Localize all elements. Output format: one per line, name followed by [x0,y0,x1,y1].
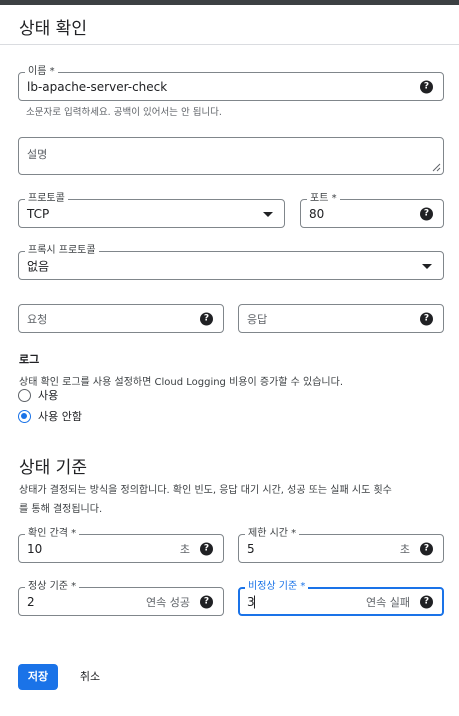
healthy-threshold-value: 2 [27,594,35,609]
logs-description: 상태 확인 로그를 사용 설정하면 Cloud Logging 비용이 증가할 … [19,377,344,388]
logs-title: 로그 [19,353,40,366]
healthy-threshold-field[interactable]: 정상 기준 * 2 연속 성공 ? [18,580,224,616]
check-interval-value: 10 [27,541,43,556]
timeout-value: 5 [247,541,255,556]
help-icon[interactable]: ? [420,542,433,555]
healthy-threshold-suffix: 연속 성공 [146,595,190,609]
port-label: 포트 * [307,192,340,206]
logs-option-disable[interactable]: 사용 안함 [18,408,82,424]
proxy-protocol-value: 없음 [27,259,50,273]
help-icon[interactable]: ? [200,595,213,608]
help-icon[interactable]: ? [200,312,213,325]
protocol-value: TCP [27,206,50,221]
port-value: 80 [309,206,325,221]
check-interval-field[interactable]: 확인 간격 * 10 초 ? [18,527,224,563]
unhealthy-threshold-label: 비정상 기준 * [245,580,309,594]
request-field[interactable]: 요청 ? [18,304,224,333]
timeout-label: 제한 시간 * [245,527,300,541]
name-value: lb-apache-server-check [27,79,168,94]
help-icon[interactable]: ? [200,542,213,555]
criteria-description-line2: 를 통해 결정됩니다. [19,504,103,515]
response-placeholder: 응답 [247,312,268,326]
resize-grip-icon[interactable] [432,163,441,172]
request-placeholder: 요청 [27,312,48,326]
logs-option-label: 사용 [38,389,59,402]
proxy-protocol-select[interactable]: 프록시 프로토콜 없음 [18,244,444,280]
help-icon[interactable]: ? [420,312,433,325]
proxy-protocol-label: 프록시 프로토콜 [25,244,99,258]
cancel-button[interactable]: 취소 [72,664,108,690]
logs-option-enable[interactable]: 사용 [18,387,58,403]
page-title: 상태 확인 [19,19,87,39]
timeout-suffix: 초 [399,542,410,556]
unhealthy-threshold-suffix: 연속 실패 [366,595,410,609]
protocol-select[interactable]: 프로토콜 TCP [18,192,285,228]
name-field[interactable]: 이름 * lb-apache-server-check ? [18,65,444,101]
response-field[interactable]: 응답 ? [238,304,444,333]
unhealthy-threshold-field[interactable]: 비정상 기준 * 3 연속 실패 ? [238,580,444,616]
logs-option-label: 사용 안함 [38,410,82,423]
top-bar [0,0,459,5]
port-field[interactable]: 포트 * 80 ? [300,192,444,228]
criteria-title: 상태 기준 [19,458,87,478]
save-button[interactable]: 저장 [18,664,58,690]
protocol-label: 프로토콜 [25,192,68,206]
description-field[interactable]: 설명 [18,137,444,175]
name-label: 이름 * [25,65,58,79]
radio-button-checked[interactable] [18,409,31,423]
check-interval-label: 확인 간격 * [25,527,80,541]
name-hint: 소문자로 입력하세요. 공백이 있어서는 안 됩니다. [26,107,222,118]
description-placeholder: 설명 [27,148,48,161]
help-icon[interactable]: ? [420,595,433,608]
text-caret [254,595,255,608]
timeout-field[interactable]: 제한 시간 * 5 초 ? [238,527,444,563]
header-divider [0,44,459,45]
dropdown-arrow-icon [263,211,273,217]
check-interval-suffix: 초 [179,542,190,556]
healthy-threshold-label: 정상 기준 * [25,580,80,594]
dropdown-arrow-icon [422,263,432,269]
help-icon[interactable]: ? [420,80,433,93]
criteria-description-line1: 상태가 결정되는 방식을 정의합니다. 확인 빈도, 응답 대기 시간, 성공 … [19,485,392,496]
help-icon[interactable]: ? [420,207,433,220]
radio-button[interactable] [18,388,31,402]
